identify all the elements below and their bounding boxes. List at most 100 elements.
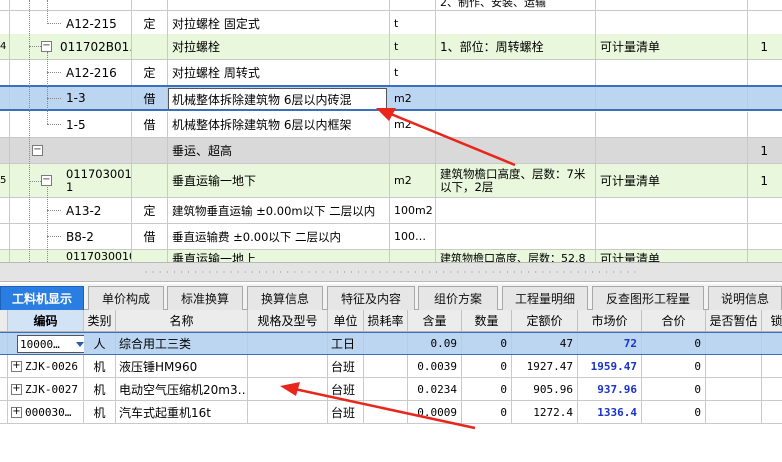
grid-row[interactable]: 5 01170300100 1 垂直运输一地下 m2 建筑物檐口高度、层数：7米… — [0, 164, 782, 198]
resource-row[interactable]: 8 + 000030… 机 汽车式起重机16t 台班 0.0009 0 1272… — [0, 401, 782, 424]
resource-provisional — [706, 355, 762, 377]
resource-lock — [762, 355, 782, 377]
resource-market-price: 72 — [578, 333, 642, 354]
item-type: 借 — [132, 112, 168, 137]
resource-spec — [248, 355, 328, 377]
resource-unit: 台班 — [328, 401, 364, 423]
item-qty: 1 — [760, 39, 768, 54]
item-feature — [436, 87, 596, 109]
resource-spec — [248, 333, 328, 354]
resource-row[interactable]: + ZJK-0026 机 液压锤HM960 台班 0.0039 0 1927.4… — [0, 355, 782, 378]
header-name[interactable]: 名称 — [116, 310, 248, 331]
header-type[interactable]: 类别 — [84, 310, 116, 331]
code-cell[interactable]: + ZJK-0027 — [8, 378, 84, 400]
item-rule — [596, 60, 748, 85]
resource-total: 0 — [642, 355, 706, 377]
tab-material-machine[interactable]: 工料机显示 — [0, 286, 84, 310]
item-name: 建筑物垂直运输 ±0.00m以下 二层以内 — [168, 198, 390, 223]
header-spec[interactable]: 规格及型号 — [248, 310, 328, 331]
resource-loss — [364, 401, 408, 423]
item-type: 定 — [132, 198, 168, 223]
minus-box-icon[interactable]: − — [41, 41, 52, 52]
resource-quantity: 0 — [462, 333, 512, 354]
resource-row-selected[interactable]: 10000… 人 综合用工三类 工日 0.09 0 47 72 0 — [0, 332, 782, 355]
item-qty — [748, 250, 782, 262]
resource-grid[interactable]: 编码 类别 名称 规格及型号 单位 损耗率 含量 数量 定额价 市场价 合价 是… — [0, 310, 782, 462]
header-market-price[interactable]: 市场价 — [578, 310, 642, 331]
header-total[interactable]: 合价 — [642, 310, 706, 331]
item-name: 对拉螺栓 固定式 — [168, 11, 390, 36]
item-qty: 1 — [760, 173, 768, 188]
item-type — [132, 164, 168, 197]
tab-unit-price[interactable]: 单价构成 — [88, 286, 164, 310]
resource-content: 0.09 — [408, 333, 462, 354]
resource-content: 0.0234 — [408, 378, 462, 400]
resource-total: 0 — [642, 401, 706, 423]
tab-description[interactable]: 说明信息 — [708, 286, 782, 310]
item-unit: m2 — [390, 112, 436, 137]
item-rule: 可计量清单 — [596, 250, 748, 262]
resource-name: 综合用工三类 — [116, 333, 248, 354]
resource-row[interactable]: + ZJK-0027 机 电动空气压缩机20m3… 台班 0.0234 0 90… — [0, 378, 782, 401]
item-type: 定 — [132, 11, 168, 36]
code-cell[interactable]: + ZJK-0026 — [8, 355, 84, 377]
tab-standard-conversion[interactable]: 标准换算 — [167, 286, 243, 310]
resource-loss — [364, 378, 408, 400]
grid-row-section[interactable]: 垂运、超高 1 — [0, 138, 782, 164]
item-name-edit-input[interactable]: 机械整体拆除建筑物 6层以内砖混 — [168, 88, 387, 109]
item-name: 机械整体拆除建筑物 6层以内框架 — [168, 112, 390, 137]
row-number — [0, 138, 10, 163]
resource-quantity: 0 — [462, 401, 512, 423]
code-combo-input[interactable]: 10000… — [17, 335, 84, 353]
tab-pricing-plan[interactable]: 组价方案 — [418, 286, 498, 310]
grid-row[interactable]: A13-2 定 建筑物垂直运输 ±0.00m以下 二层以内 100m2 — [0, 198, 782, 224]
resource-total: 0 — [642, 378, 706, 400]
grid-row[interactable]: 1-5 借 机械整体拆除建筑物 6层以内框架 m2 — [0, 112, 782, 138]
plus-box-icon[interactable]: + — [11, 406, 22, 418]
plus-box-icon[interactable]: + — [11, 360, 22, 372]
header-quantity[interactable]: 数量 — [462, 310, 512, 331]
item-qty — [748, 224, 782, 249]
resource-market-price: 1336.4 — [578, 401, 642, 423]
code-cell[interactable]: + 000030… — [8, 401, 84, 423]
tab-conversion-info[interactable]: 换算信息 — [247, 286, 323, 310]
header-unit[interactable]: 单位 — [328, 310, 364, 331]
tab-features[interactable]: 特征及内容 — [327, 286, 415, 310]
grid-row[interactable]: B8-2 借 垂直运输费 ±0.00以下 二层以内 100… — [0, 224, 782, 250]
tab-quantity-detail[interactable]: 工程量明细 — [502, 286, 588, 310]
row-number — [0, 11, 10, 36]
minus-box-icon[interactable]: − — [32, 145, 43, 156]
header-quota-price[interactable]: 定额价 — [512, 310, 578, 331]
plus-box-icon[interactable]: + — [11, 383, 22, 395]
item-feature — [436, 198, 596, 223]
row-number — [0, 198, 10, 223]
item-unit — [390, 0, 436, 10]
resource-content: 0.0039 — [408, 355, 462, 377]
item-name-cell[interactable]: 机械整体拆除建筑物 6层以内砖混 — [168, 87, 390, 109]
header-code[interactable]: 编码 — [8, 310, 84, 331]
resource-type: 机 — [84, 378, 116, 400]
tree-line — [47, 98, 61, 99]
item-name: 垂直运输费 ±0.00以下 二层以内 — [168, 224, 390, 249]
detail-tabs: 工料机显示 单价构成 标准换算 换算信息 特征及内容 组价方案 工程量明细 反查… — [0, 284, 782, 310]
header-provisional[interactable]: 是否暂估 — [706, 310, 762, 331]
grid-row[interactable]: A12-216 定 对拉螺栓 周转式 t — [0, 60, 782, 86]
grid-row[interactable]: 4 011702B01… 对拉螺栓 t 1、部位：周转螺栓 可计量清单 1 — [0, 34, 782, 60]
chevron-down-icon[interactable] — [76, 342, 84, 347]
header-content[interactable]: 含量 — [408, 310, 462, 331]
header-loss[interactable]: 损耗率 — [364, 310, 408, 331]
code-cell[interactable]: 10000… — [8, 333, 84, 354]
panel-splitter[interactable]: · · · · · · · · · · · · · · · · · · · · … — [0, 262, 782, 282]
minus-box-icon[interactable]: − — [41, 175, 52, 186]
resource-quantity: 0 — [462, 355, 512, 377]
grid-row-selected[interactable]: 1-3 借 机械整体拆除建筑物 6层以内砖混 m2 — [0, 85, 782, 111]
bill-items-grid[interactable]: 2、制作、安装、运输 A12-215 定 对拉螺栓 固定式 t 4 011702… — [0, 0, 782, 262]
grid-row[interactable]: 2、制作、安装、运输 — [0, 0, 782, 11]
item-type: 借 — [132, 224, 168, 249]
item-name: 对拉螺栓 周转式 — [168, 60, 390, 85]
header-lock[interactable]: 锁 — [762, 310, 782, 331]
tab-graphic-quantity[interactable]: 反查图形工程量 — [592, 286, 704, 310]
grid-row[interactable]: 01170300100 垂直运输一地上 建筑物檐口高度、层数：52.8 可计量清… — [0, 250, 782, 262]
item-unit: 100m2 — [390, 198, 436, 223]
header-cell — [0, 310, 8, 331]
